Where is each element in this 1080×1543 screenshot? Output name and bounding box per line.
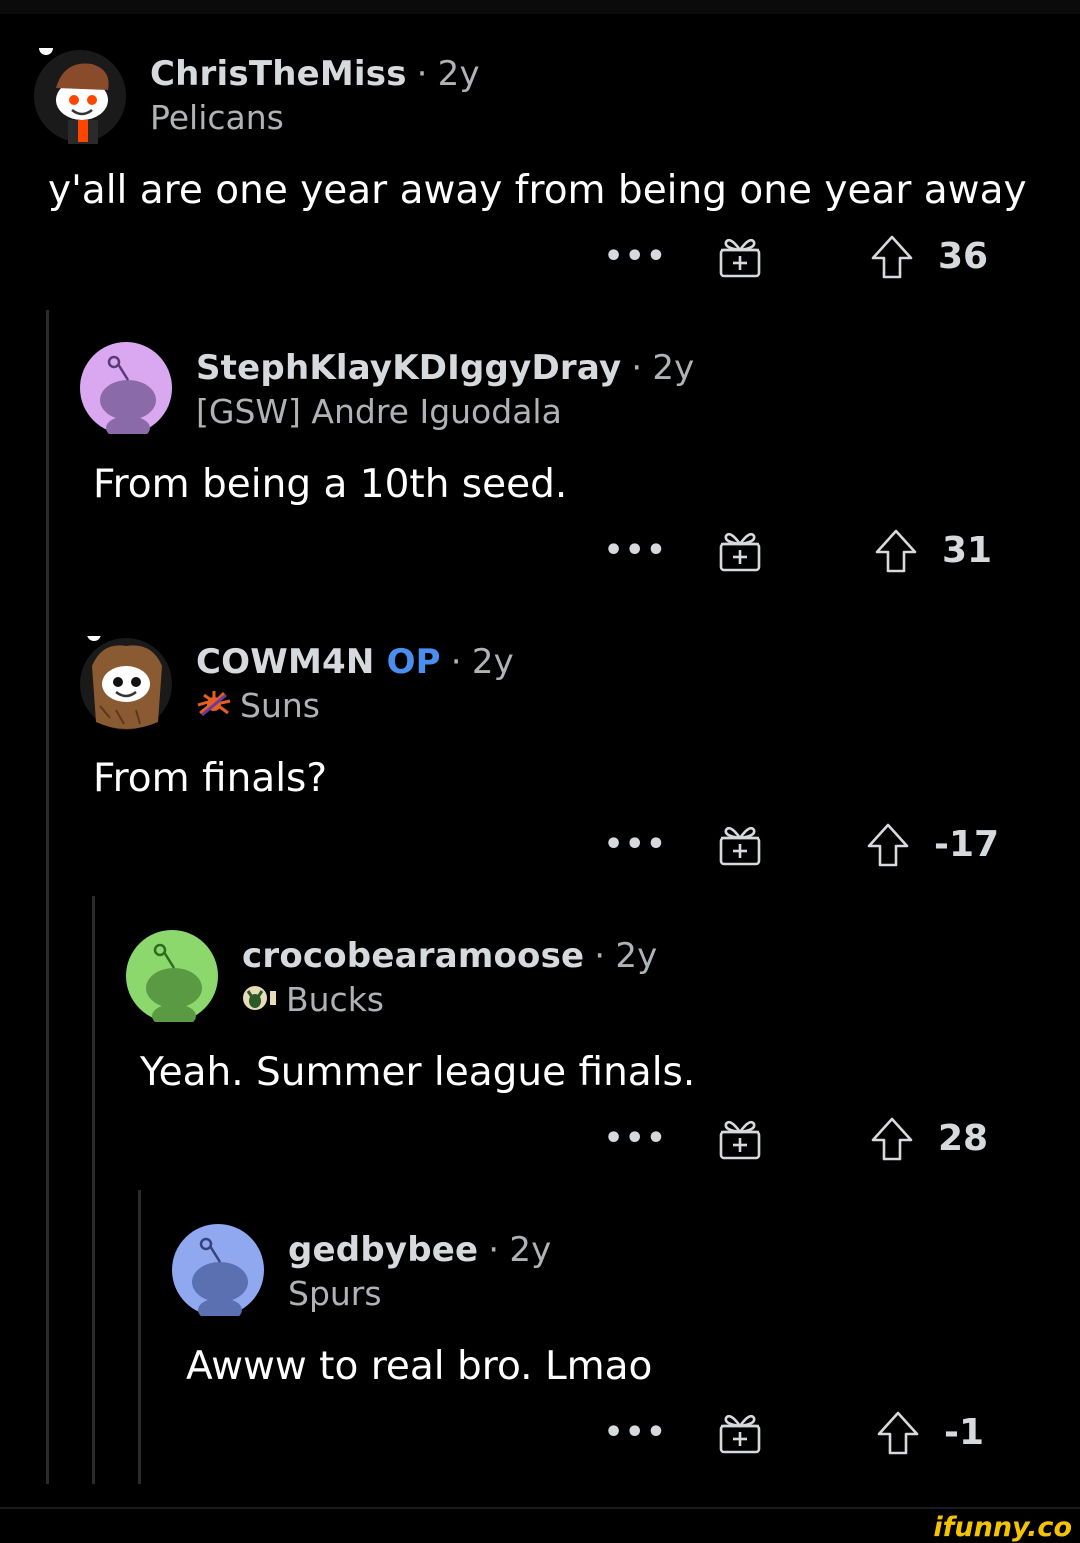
- comment-age: 2y: [615, 936, 658, 976]
- separator-dot: ·: [416, 54, 428, 94]
- comment-age: 2y: [652, 348, 695, 388]
- snoo-avatar-icon: [172, 1224, 264, 1316]
- username-text[interactable]: StephKlayKDIggyDray: [196, 348, 621, 388]
- user-flair: Pelicans: [150, 98, 284, 137]
- comment-username[interactable]: COWM4N OP · 2y: [196, 642, 514, 682]
- comment-username[interactable]: gedbybee · 2y: [288, 1230, 551, 1270]
- flair-text: Spurs: [288, 1274, 382, 1313]
- snoo-avatar-icon: [80, 342, 172, 434]
- op-badge: OP: [386, 642, 441, 682]
- more-options-icon[interactable]: •••: [604, 830, 668, 860]
- avatar[interactable]: [80, 342, 172, 434]
- comment-username[interactable]: StephKlayKDIggyDray · 2y: [196, 348, 695, 388]
- comment-body: From finals?: [93, 756, 328, 801]
- flair-text: [GSW] Andre Iguodala: [196, 392, 562, 431]
- avatar[interactable]: [126, 930, 218, 1022]
- owl-snoo-avatar-icon: [80, 636, 172, 730]
- more-options-icon[interactable]: •••: [604, 1418, 668, 1448]
- upvote-arrow-icon[interactable]: [866, 822, 910, 872]
- gift-award-icon[interactable]: [716, 1114, 764, 1166]
- username-text[interactable]: ChrisTheMiss: [150, 54, 407, 94]
- gift-award-icon[interactable]: [716, 1408, 764, 1460]
- vote-score: 31: [942, 530, 993, 571]
- watermark: ifunny.co: [933, 1512, 1072, 1543]
- upvote-arrow-icon[interactable]: [876, 1410, 920, 1460]
- comment-username[interactable]: crocobearamoose · 2y: [242, 936, 657, 976]
- comment-actions: ••• 31: [0, 526, 1080, 586]
- avatar[interactable]: [34, 48, 126, 144]
- username-text[interactable]: COWM4N: [196, 642, 375, 682]
- comment-age: 2y: [471, 642, 514, 682]
- flair-text: Bucks: [286, 980, 385, 1019]
- thread-line-level-2[interactable]: [92, 896, 95, 1484]
- vote-score: 28: [938, 1118, 989, 1159]
- more-options-icon[interactable]: •••: [604, 1124, 668, 1154]
- comment-actions: ••• 28: [0, 1114, 1080, 1174]
- user-flair: Suns: [196, 686, 320, 727]
- upvote-arrow-icon[interactable]: [870, 234, 914, 284]
- comment-age: 2y: [509, 1230, 552, 1270]
- username-text[interactable]: gedbybee: [288, 1230, 478, 1270]
- top-bar: [0, 0, 1080, 14]
- avatar[interactable]: [80, 636, 172, 730]
- snoo-avatar-icon: [126, 930, 218, 1022]
- comment-username[interactable]: ChrisTheMiss · 2y: [150, 54, 480, 94]
- gift-award-icon[interactable]: [716, 820, 764, 872]
- more-options-icon[interactable]: •••: [604, 242, 668, 272]
- upvote-arrow-icon[interactable]: [870, 1116, 914, 1166]
- upvote-arrow-icon[interactable]: [874, 528, 918, 578]
- comment-actions: ••• 36: [0, 232, 1080, 292]
- comment-body: Yeah. Summer league finals.: [140, 1050, 696, 1095]
- comment-age: 2y: [437, 54, 480, 94]
- user-flair: Bucks: [242, 980, 384, 1021]
- username-text[interactable]: crocobearamoose: [242, 936, 584, 976]
- flair-text: Suns: [240, 686, 320, 725]
- flair-text: Pelicans: [150, 98, 284, 137]
- bucks-logo-icon: [242, 982, 278, 1021]
- comment-body: From being a 10th seed.: [93, 462, 568, 507]
- comment-body: y'all are one year away from being one y…: [48, 168, 1027, 213]
- separator-dot: ·: [594, 936, 606, 976]
- vote-score: -17: [934, 824, 1000, 865]
- thread-line-level-1[interactable]: [46, 310, 49, 1484]
- avatar[interactable]: [172, 1224, 264, 1316]
- snoo-avatar-icon: [34, 48, 126, 144]
- footer-separator: [0, 1507, 1080, 1509]
- user-flair: Spurs: [288, 1274, 382, 1313]
- comment-actions: ••• -17: [0, 820, 1080, 880]
- gift-award-icon[interactable]: [716, 526, 764, 578]
- vote-score: 36: [938, 236, 989, 277]
- gift-award-icon[interactable]: [716, 232, 764, 284]
- comment-actions: ••• -1: [0, 1408, 1080, 1468]
- footer-bar: [0, 1507, 1080, 1542]
- separator-dot: ·: [488, 1230, 500, 1270]
- suns-logo-icon: [196, 688, 232, 727]
- vote-score: -1: [944, 1412, 984, 1453]
- more-options-icon[interactable]: •••: [604, 536, 668, 566]
- user-flair: [GSW] Andre Iguodala: [196, 392, 562, 431]
- separator-dot: ·: [631, 348, 643, 388]
- separator-dot: ·: [450, 642, 462, 682]
- comment-body: Awww to real bro. Lmao: [186, 1344, 653, 1389]
